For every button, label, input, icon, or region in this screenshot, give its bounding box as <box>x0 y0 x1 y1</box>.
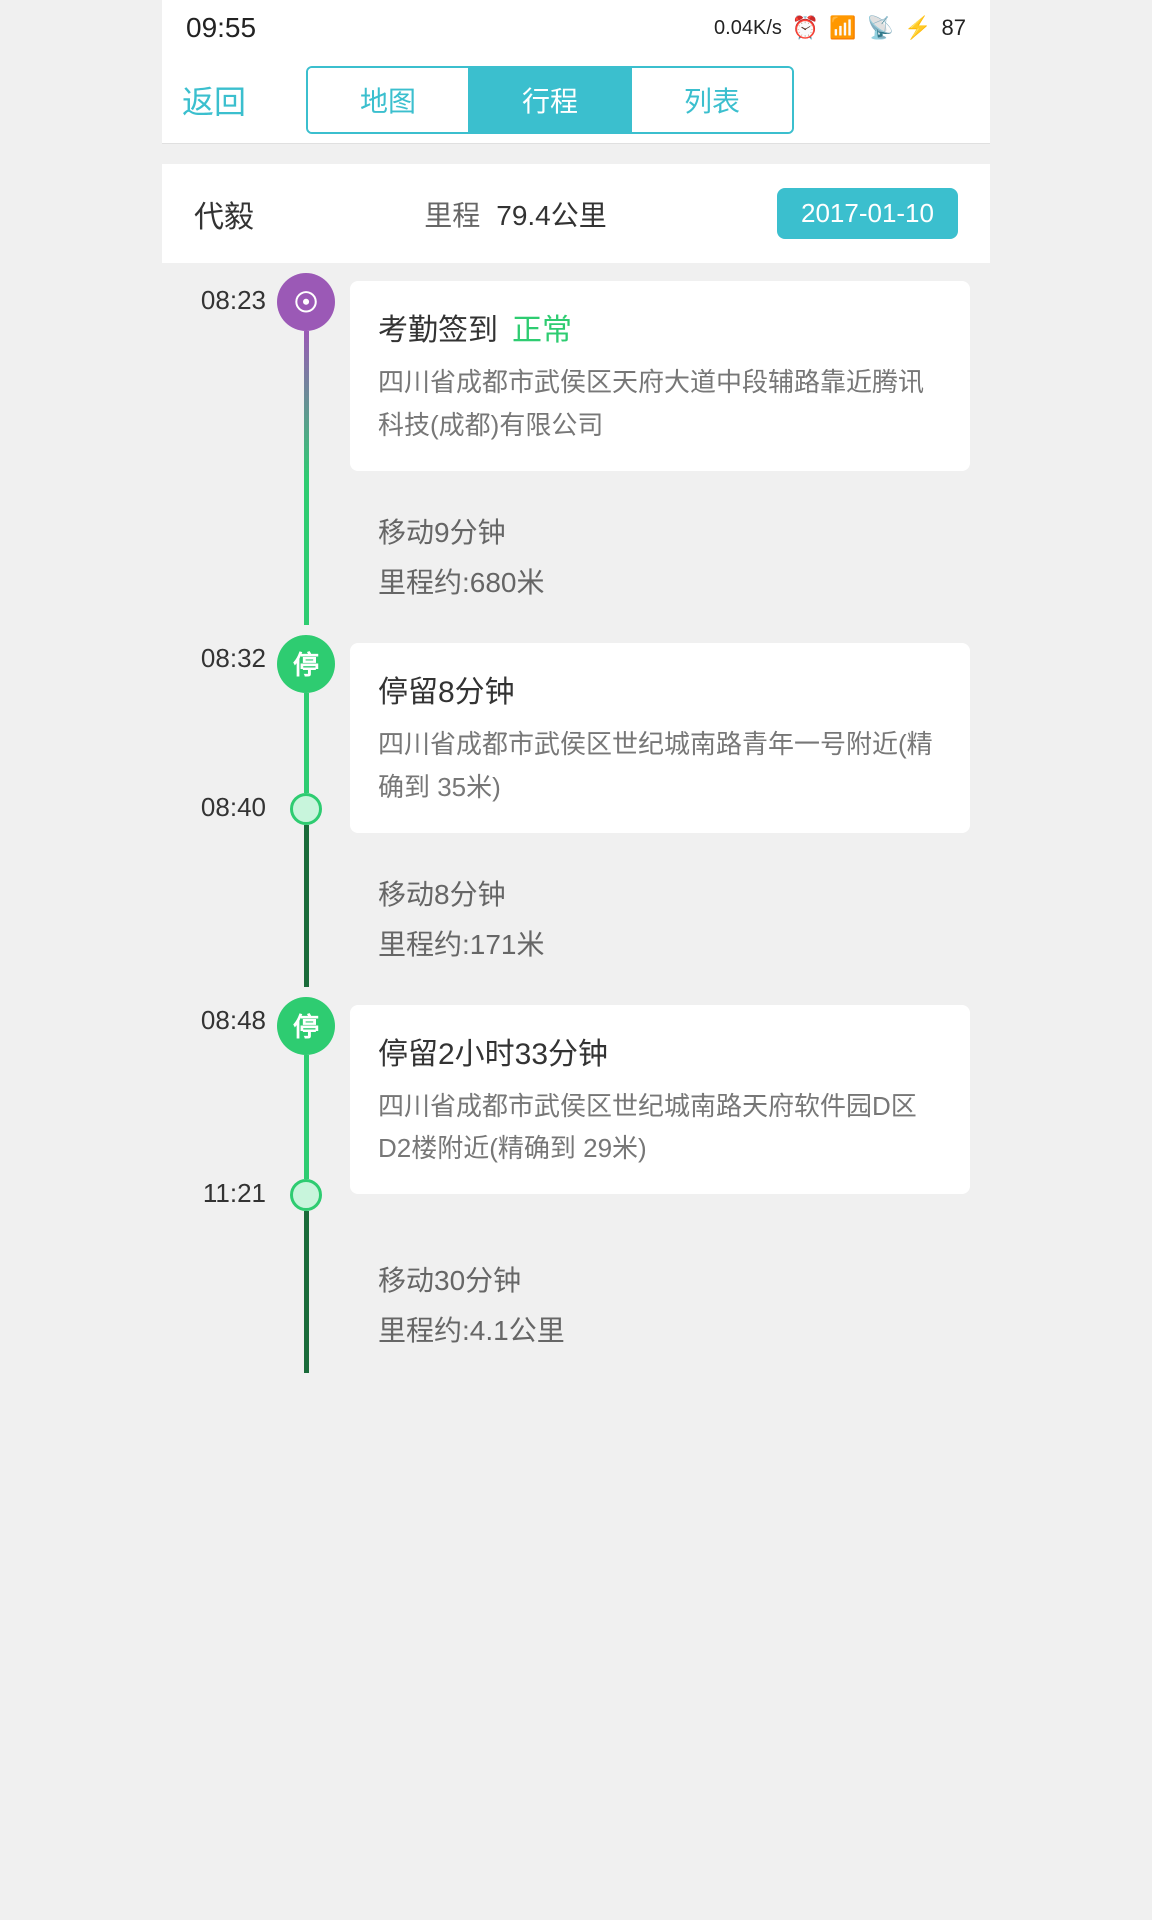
mileage-value: 79.4公里 <box>496 194 607 234</box>
checkin-address: 四川省成都市武侯区天府大道中段辅路靠近腾讯科技(成都)有限公司 <box>378 361 942 447</box>
node-col-stop1: 停 <box>270 625 342 841</box>
stop2-card: 停留2小时33分钟 四川省成都市武侯区世纪城南路天府软件园D区D2楼附近(精确到… <box>350 1005 970 1195</box>
timeline-row-stop1: 08:32 08:40 停 停留8分钟 四川省成都市武侯区世纪城南路青年一号附近… <box>162 625 990 841</box>
stop2-title: 停留2小时33分钟 <box>378 1029 942 1073</box>
date-badge: 2017-01-10 <box>777 188 958 239</box>
time-start-checkin: 08:23 <box>162 263 266 316</box>
time-col-move1 <box>162 479 270 625</box>
node-col-stop2: 停 <box>270 987 342 1227</box>
stop1-node: 停 <box>277 635 335 693</box>
line-move3 <box>304 1227 309 1373</box>
timeline-row-checkin: 08:23 ☉ 考勤签到 正常 四川省成都市武侯区天府大道中段辅路靠近腾讯科技(… <box>162 263 990 479</box>
navbar: 返回 地图 行程 列表 <box>162 56 990 144</box>
move3-info: 移动30分钟 里程约:4.1公里 <box>350 1235 970 1365</box>
timeline-container: 08:23 ☉ 考勤签到 正常 四川省成都市武侯区天府大道中段辅路靠近腾讯科技(… <box>162 263 990 1413</box>
signal-icon: 📡 <box>867 15 894 41</box>
checkin-status: 正常 <box>512 305 572 349</box>
line-move1 <box>304 479 309 625</box>
checkin-title: 考勤签到 正常 <box>378 305 942 349</box>
fingerprint-icon: ☉ <box>293 286 318 319</box>
status-right-group: 0.04K/s ⏰ 📶 📡 ⚡ 87 <box>714 15 966 41</box>
stop1-card: 停留8分钟 四川省成都市武侯区世纪城南路青年一号附近(精确到 35米) <box>350 643 970 833</box>
node-col-move3 <box>270 1227 342 1373</box>
move1-duration: 移动9分钟 <box>378 511 942 551</box>
line-after-checkin <box>304 331 309 479</box>
content-col-stop2: 停留2小时33分钟 四川省成都市武侯区世纪城南路天府软件园D区D2楼附近(精确到… <box>342 987 990 1227</box>
line-stop1 <box>304 693 309 793</box>
checkin-label: 考勤签到 <box>378 305 498 349</box>
time-end-stop1: 08:40 <box>162 792 266 841</box>
tab-group: 地图 行程 列表 <box>306 66 794 134</box>
back-button[interactable]: 返回 <box>182 77 266 123</box>
stop1-title: 停留8分钟 <box>378 667 942 711</box>
clock-icon: ⏰ <box>792 15 819 41</box>
timeline-row-move2: 移动8分钟 里程约:171米 <box>162 841 990 987</box>
tab-list[interactable]: 列表 <box>632 68 792 132</box>
mileage-label: 里程 <box>424 194 480 234</box>
time-col-move2 <box>162 841 270 987</box>
mileage-group: 里程 79.4公里 <box>424 194 607 234</box>
content-col-move1: 移动9分钟 里程约:680米 <box>342 479 990 625</box>
person-name: 代毅 <box>194 192 254 236</box>
time-col-stop2: 08:48 11:21 <box>162 987 270 1227</box>
line-move2 <box>304 841 309 987</box>
line-stop2 <box>304 1055 309 1179</box>
move3-distance: 里程约:4.1公里 <box>378 1309 942 1349</box>
line-after-stop2 <box>304 1211 309 1227</box>
content-col-move2: 移动8分钟 里程约:171米 <box>342 841 990 987</box>
checkin-node: ☉ <box>277 273 335 331</box>
move1-distance: 里程约:680米 <box>378 561 942 601</box>
timeline-row-stop2: 08:48 11:21 停 停留2小时33分钟 四川省成都市武侯区世纪城南路天府… <box>162 987 990 1227</box>
tab-trip[interactable]: 行程 <box>470 68 632 132</box>
stop1-end-node <box>290 793 322 825</box>
node-col-move1 <box>270 479 342 625</box>
battery-level: 87 <box>942 15 966 41</box>
stop2-end-node <box>290 1179 322 1211</box>
stop2-node: 停 <box>277 997 335 1055</box>
timeline-row-move1: 移动9分钟 里程约:680米 <box>162 479 990 625</box>
time-col-stop1: 08:32 08:40 <box>162 625 270 841</box>
status-bar: 09:55 0.04K/s ⏰ 📶 📡 ⚡ 87 <box>162 0 990 56</box>
checkin-card: 考勤签到 正常 四川省成都市武侯区天府大道中段辅路靠近腾讯科技(成都)有限公司 <box>350 281 970 471</box>
status-time: 09:55 <box>186 12 256 44</box>
charging-icon: ⚡ <box>904 15 931 41</box>
time-start-stop1: 08:32 <box>162 625 266 674</box>
wifi-icon: 📶 <box>829 15 856 41</box>
content-col-move3: 移动30分钟 里程约:4.1公里 <box>342 1227 990 1373</box>
node-col-move2 <box>270 841 342 987</box>
stop2-address: 四川省成都市武侯区世纪城南路天府软件园D区D2楼附近(精确到 29米) <box>378 1085 942 1171</box>
stop1-address: 四川省成都市武侯区世纪城南路青年一号附近(精确到 35米) <box>378 723 942 809</box>
time-end-stop2: 11:21 <box>162 1178 266 1227</box>
move3-duration: 移动30分钟 <box>378 1259 942 1299</box>
tab-map[interactable]: 地图 <box>308 68 470 132</box>
move2-duration: 移动8分钟 <box>378 873 942 913</box>
time-col-move3 <box>162 1227 270 1373</box>
summary-bar: 代毅 里程 79.4公里 2017-01-10 <box>162 164 990 263</box>
line-after-stop1 <box>304 825 309 841</box>
move1-info: 移动9分钟 里程约:680米 <box>350 487 970 617</box>
time-start-stop2: 08:48 <box>162 987 266 1036</box>
network-speed: 0.04K/s <box>714 17 782 40</box>
time-col-checkin: 08:23 <box>162 263 270 479</box>
content-col-checkin: 考勤签到 正常 四川省成都市武侯区天府大道中段辅路靠近腾讯科技(成都)有限公司 <box>342 263 990 479</box>
content-col-stop1: 停留8分钟 四川省成都市武侯区世纪城南路青年一号附近(精确到 35米) <box>342 625 990 841</box>
node-col-checkin: ☉ <box>270 263 342 479</box>
move2-distance: 里程约:171米 <box>378 923 942 963</box>
timeline-row-move3: 移动30分钟 里程约:4.1公里 <box>162 1227 990 1373</box>
move2-info: 移动8分钟 里程约:171米 <box>350 849 970 979</box>
